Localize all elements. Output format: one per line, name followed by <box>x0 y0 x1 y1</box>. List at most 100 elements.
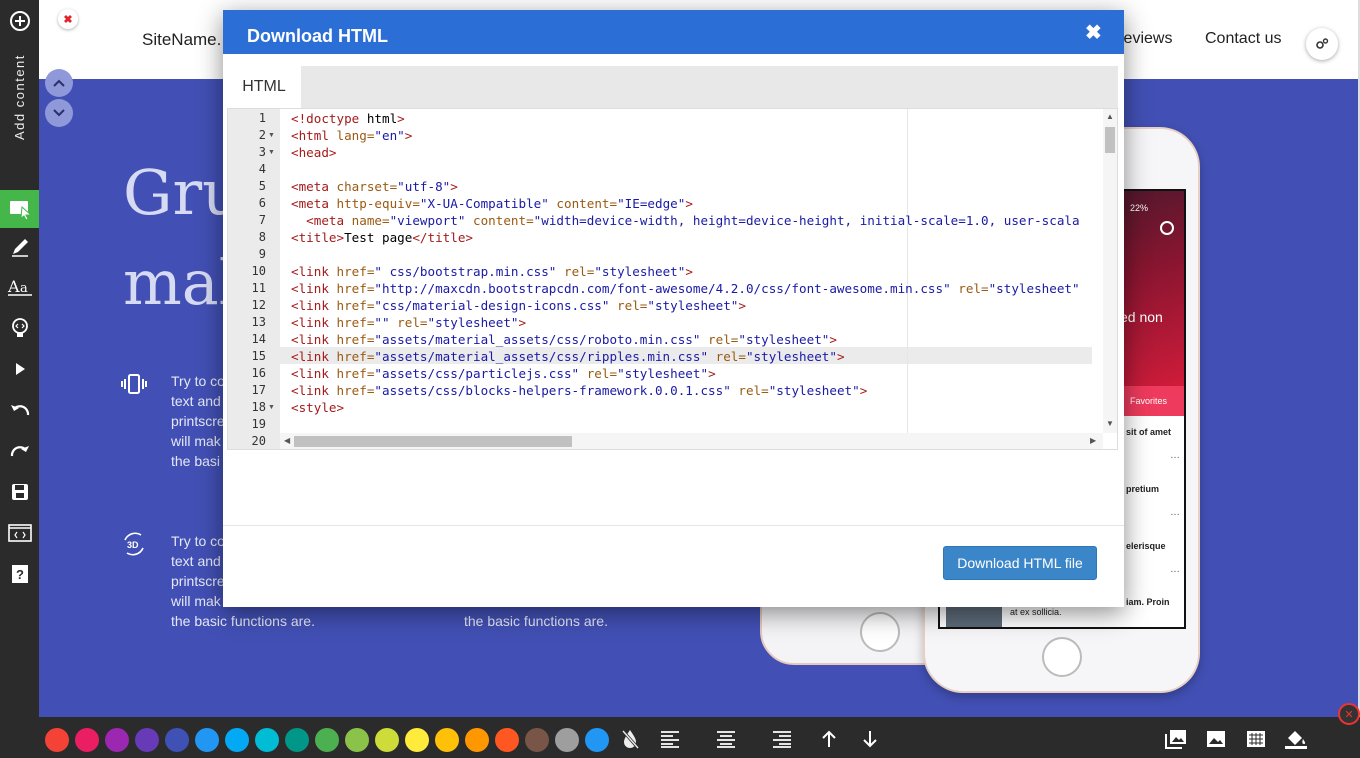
move-down-icon[interactable] <box>45 99 73 127</box>
code-line[interactable]: <link href=" css/bootstrap.min.css" rel=… <box>291 264 693 279</box>
preview-play-icon[interactable] <box>0 350 39 388</box>
color-swatch[interactable] <box>255 728 279 752</box>
phone-home-button <box>860 612 900 652</box>
align-left-icon[interactable] <box>657 726 683 752</box>
code-line[interactable]: <meta http-equiv="X-UA-Compatible" conte… <box>291 196 693 211</box>
color-swatch[interactable] <box>555 728 579 752</box>
fold-toggle-icon[interactable]: ▼ <box>268 404 275 411</box>
color-swatch[interactable] <box>495 728 519 752</box>
remove-block-icon[interactable]: ✖ <box>58 9 78 29</box>
code-line[interactable]: <link href="assets/material_assets/css/r… <box>291 349 845 364</box>
color-swatch[interactable] <box>585 728 609 752</box>
color-swatch[interactable] <box>45 728 69 752</box>
line-number: 19 <box>251 417 266 431</box>
move-up-icon[interactable] <box>45 69 73 97</box>
align-center-icon[interactable] <box>713 726 739 752</box>
editor-vertical-scrollbar[interactable]: ▲ ▼ <box>1103 109 1117 433</box>
redo-icon[interactable] <box>0 432 39 470</box>
background-pattern-icon[interactable] <box>1243 726 1269 752</box>
nav-contact-link[interactable]: Contact us <box>1205 30 1281 48</box>
text-style-icon[interactable]: Aa <box>0 268 39 306</box>
line-number: 10 <box>251 264 266 278</box>
color-swatch[interactable] <box>285 728 309 752</box>
vibrate-icon <box>121 371 147 397</box>
select-block-icon[interactable] <box>0 190 39 228</box>
scroll-thumb[interactable] <box>1105 127 1115 153</box>
fold-toggle-icon[interactable]: ▼ <box>268 149 275 156</box>
line-number: 14 <box>251 332 266 346</box>
code-line[interactable]: <link href="assets/material_assets/css/r… <box>291 332 837 347</box>
line-number: 9 <box>258 247 266 261</box>
code-line[interactable]: <title>Test page</title> <box>291 230 473 245</box>
code-line[interactable]: <link href="http://maxcdn.bootstrapcdn.c… <box>291 281 1080 296</box>
code-line[interactable]: <link href="" rel="stylesheet"> <box>291 315 526 330</box>
scroll-right-icon[interactable]: ▶ <box>1090 436 1096 445</box>
list-item: iam. Proin <box>1126 597 1170 607</box>
line-number: 20 <box>251 434 266 448</box>
color-swatch[interactable] <box>435 728 459 752</box>
code-line[interactable]: <meta name="viewport" content="width=dev… <box>291 213 1079 228</box>
line-number: 18 <box>251 400 266 414</box>
align-right-icon[interactable] <box>769 726 795 752</box>
help-icon[interactable]: ? <box>0 555 39 593</box>
code-window-icon[interactable] <box>0 514 39 552</box>
line-number: 15 <box>251 349 266 363</box>
color-swatch[interactable] <box>105 728 129 752</box>
bulb-code-icon[interactable] <box>0 309 39 347</box>
scroll-thumb[interactable] <box>294 436 572 447</box>
scroll-left-icon[interactable]: ◀ <box>284 436 290 445</box>
modal-title: Download HTML <box>247 26 388 46</box>
add-content-label[interactable]: Add content <box>12 54 27 140</box>
color-swatch[interactable] <box>465 728 489 752</box>
code-line[interactable]: <style> <box>291 400 344 415</box>
code-editor[interactable]: 1 2 ▼ 3 ▼ 4 5 6 7 8 9 10 11 12 13 14 15 16 17 18 ▼ 19 20 <!doc… <box>227 108 1118 450</box>
download-html-file-button[interactable]: Download HTML file <box>943 546 1097 580</box>
pen-icon[interactable] <box>0 228 39 266</box>
code-line[interactable]: <head> <box>291 145 337 160</box>
image-icon[interactable] <box>1203 726 1229 752</box>
color-swatch[interactable] <box>75 728 99 752</box>
color-swatch[interactable] <box>345 728 369 752</box>
modal-header: Download HTML ✖ <box>223 10 1124 54</box>
code-line[interactable]: <link href="css/material-design-icons.cs… <box>291 298 746 313</box>
download-html-modal: Download HTML ✖ HTML 1 2 ▼ 3 ▼ 4 5 6 7 8 9 10 11 12 13… <box>223 10 1124 607</box>
no-color-drop-icon[interactable] <box>617 726 643 752</box>
color-swatch[interactable] <box>405 728 429 752</box>
save-icon[interactable] <box>0 473 39 511</box>
undo-icon[interactable] <box>0 391 39 429</box>
paint-bucket-icon[interactable] <box>1283 726 1309 752</box>
code-line[interactable]: <html lang="en"> <box>291 128 412 143</box>
fold-toggle-icon[interactable]: ▼ <box>268 132 275 139</box>
svg-text:?: ? <box>16 567 24 582</box>
line-number: 12 <box>251 298 266 312</box>
move-down-arrow-icon[interactable] <box>857 726 883 752</box>
color-swatch[interactable] <box>135 728 159 752</box>
code-line[interactable]: <link href="assets/css/particlejs.css" r… <box>291 366 716 381</box>
color-swatch[interactable] <box>315 728 339 752</box>
print-margin <box>907 109 908 433</box>
code-line[interactable]: <!doctype html> <box>291 111 405 126</box>
close-toolbar-icon[interactable]: ✕ <box>1338 703 1360 725</box>
gallery-icon[interactable] <box>1163 726 1189 752</box>
list-item: sit of amet <box>1126 427 1172 437</box>
code-line[interactable]: <link href="assets/css/blocks-helpers-fr… <box>291 383 867 398</box>
scroll-up-icon[interactable]: ▲ <box>1106 112 1114 121</box>
color-swatch[interactable] <box>375 728 399 752</box>
color-swatch[interactable] <box>225 728 249 752</box>
tabs-bar: HTML <box>227 66 1118 108</box>
code-line[interactable]: <meta charset="utf-8"> <box>291 179 458 194</box>
move-up-arrow-icon[interactable] <box>816 726 842 752</box>
svg-text:3D: 3D <box>127 540 139 550</box>
color-swatch[interactable] <box>165 728 189 752</box>
color-swatch[interactable] <box>195 728 219 752</box>
color-swatch[interactable] <box>525 728 549 752</box>
scroll-down-icon[interactable]: ▼ <box>1106 419 1114 428</box>
settings-gear-icon[interactable] <box>1306 28 1338 60</box>
site-name[interactable]: SiteName. <box>142 30 221 50</box>
close-icon[interactable]: ✖ <box>1085 20 1102 45</box>
editor-horizontal-scrollbar[interactable]: ◀ ▶ <box>280 433 1103 449</box>
more-icon: … <box>1170 507 1180 518</box>
add-icon[interactable] <box>0 2 39 40</box>
line-number: 16 <box>251 366 266 380</box>
tab-html[interactable]: HTML <box>227 66 301 108</box>
